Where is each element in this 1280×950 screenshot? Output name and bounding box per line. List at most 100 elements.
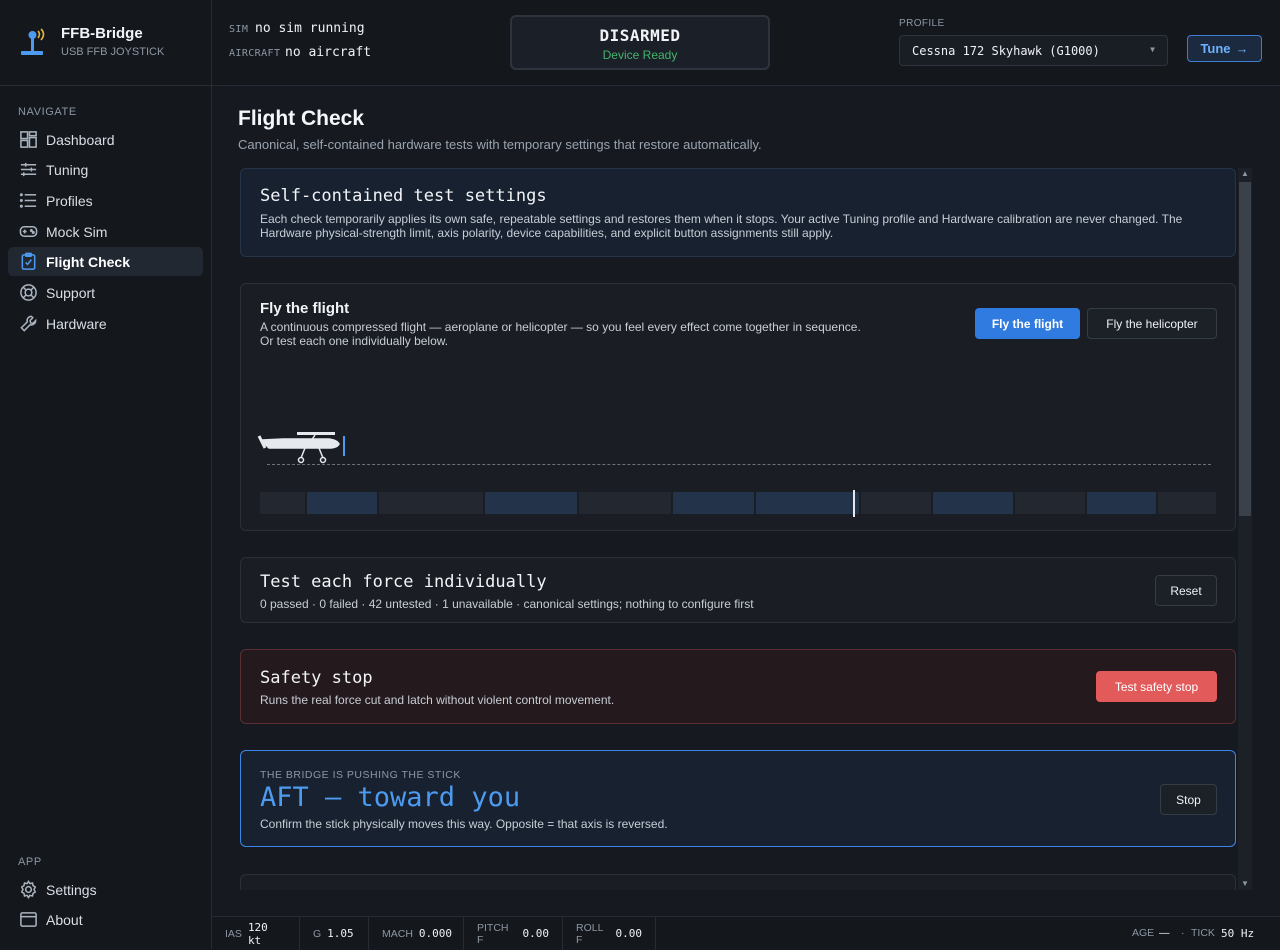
age-value: —	[1159, 927, 1170, 939]
sidebar-item-support[interactable]: Support	[8, 278, 203, 307]
brand: FFB-Bridge USB FFB JOYSTICK	[0, 0, 211, 86]
window-icon	[18, 910, 38, 930]
chevron-up-icon[interactable]: ▲	[1238, 168, 1252, 180]
sidebar: FFB-Bridge USB FFB JOYSTICK NAVIGATE Das…	[0, 0, 212, 949]
wrench-icon	[18, 314, 38, 334]
scrollbar[interactable]: ▲ ▼	[1238, 168, 1252, 890]
brand-name: FFB-Bridge	[61, 25, 143, 42]
sidebar-item-hardware[interactable]: Hardware	[8, 309, 203, 338]
sidebar-item-label: Support	[46, 284, 96, 301]
sidebar-item-mock-sim[interactable]: Mock Sim	[8, 217, 203, 246]
safety-stop-title: Safety stop	[260, 668, 373, 688]
timeline-segment	[579, 492, 672, 514]
flight-timeline[interactable]	[260, 492, 1216, 514]
telemetry-g: G 1.05	[300, 917, 369, 950]
chevron-down-icon[interactable]: ▼	[1238, 878, 1252, 890]
timeline-segment	[1158, 492, 1216, 514]
profile-key: PROFILE	[899, 18, 945, 29]
tick-value: 50 Hz	[1221, 927, 1255, 940]
timeline-segment	[755, 492, 859, 514]
aircraft-key: AIRCRAFT	[229, 48, 281, 59]
next-card	[240, 874, 1236, 890]
sidebar-item-label: Mock Sim	[46, 223, 108, 240]
scrollbar-thumb[interactable]	[1239, 182, 1251, 516]
push-text: Confirm the stick physically moves this …	[260, 817, 668, 831]
safety-stop-card: Safety stop Runs the real force cut and …	[240, 649, 1236, 724]
main-content: Flight Check Canonical, self-contained h…	[212, 87, 1280, 916]
runway-line	[267, 464, 1211, 465]
nav-section-label: NAVIGATE	[18, 106, 77, 118]
sidebar-item-settings[interactable]: Settings	[8, 875, 203, 904]
metric-key: MACH	[382, 927, 413, 940]
sidebar-item-profiles[interactable]: Profiles	[8, 186, 203, 215]
metric-key: G	[313, 927, 322, 940]
fly-the-helicopter-button[interactable]: Fly the helicopter	[1087, 308, 1217, 339]
metric-value: 1.05	[327, 927, 354, 940]
sidebar-item-flight-check[interactable]: Flight Check	[8, 247, 203, 276]
metric-value: 0.00	[615, 927, 643, 940]
telemetry-pitch-force: PITCH F 0.00	[464, 917, 563, 950]
app-section-label: APP	[18, 856, 42, 868]
metric-key: PITCH F	[477, 921, 509, 946]
timeline-segment	[306, 492, 377, 514]
airplane-icon	[257, 432, 345, 464]
page-subtitle: Canonical, self-contained hardware tests…	[238, 137, 762, 152]
fly-flight-title: Fly the flight	[260, 300, 350, 317]
metric-key: IAS	[225, 927, 242, 940]
sidebar-item-dashboard[interactable]: Dashboard	[8, 125, 203, 154]
chevron-down-icon: ▼	[1150, 45, 1155, 54]
safety-stop-text: Runs the real force cut and latch withou…	[260, 693, 615, 707]
reset-button[interactable]: Reset	[1155, 575, 1217, 606]
tune-button-label: Tune	[1200, 41, 1231, 56]
settings-card-text-2: Hardware physical-strength limit, axis p…	[260, 226, 834, 240]
checks-scroll-area[interactable]: Self-contained test settings Each check …	[240, 168, 1236, 890]
dashboard-icon	[18, 130, 38, 150]
profile-select[interactable]: Cessna 172 Skyhawk (G1000) ▼	[899, 35, 1168, 66]
aircraft-value: no aircraft	[285, 45, 372, 60]
arm-status: DISARMED Device Ready	[510, 15, 770, 70]
timeline-segment	[932, 492, 1014, 514]
push-direction: AFT — toward you	[260, 782, 521, 813]
timeline-segment	[484, 492, 578, 514]
timeline-segment	[860, 492, 931, 514]
stop-button[interactable]: Stop	[1160, 784, 1217, 815]
timeline-segment	[1015, 492, 1086, 514]
gear-icon	[18, 880, 38, 900]
timeline-segment	[378, 492, 483, 514]
fly-the-flight-button[interactable]: Fly the flight	[975, 308, 1080, 339]
timeline-playhead[interactable]	[852, 490, 855, 517]
settings-card: Self-contained test settings Each check …	[240, 168, 1236, 257]
timeline-segment	[1087, 492, 1157, 514]
page-title: Flight Check	[238, 107, 365, 130]
sliders-icon	[18, 160, 38, 180]
device-status-label: Device Ready	[602, 48, 678, 62]
separator-dot: ·	[1181, 927, 1185, 939]
push-eyebrow: THE BRIDGE IS PUSHING THE STICK	[260, 769, 461, 781]
individual-tests-summary: 0 passed · 0 failed · 42 untested · 1 un…	[260, 597, 754, 611]
sim-key: SIM	[229, 24, 249, 35]
sim-value: no sim running	[255, 21, 365, 36]
tune-button[interactable]: Tune →	[1187, 35, 1262, 62]
fly-flight-card: Fly the flight A continuous compressed f…	[240, 283, 1236, 531]
metric-value: 0.000	[418, 927, 453, 940]
list-icon	[18, 191, 38, 211]
sidebar-item-about[interactable]: About	[8, 905, 203, 934]
metric-key: ROLL F	[576, 921, 604, 946]
arm-status-label: DISARMED	[599, 26, 681, 45]
telemetry-bar: IAS 120 kt G 1.05 MACH 0.000 PITCH F 0.0…	[212, 916, 1280, 950]
individual-tests-title: Test each force individually	[260, 572, 547, 592]
sidebar-item-label: Settings	[46, 881, 97, 898]
sidebar-item-label: Dashboard	[46, 131, 115, 148]
telemetry-mach: MACH 0.000	[369, 917, 464, 950]
test-safety-stop-button[interactable]: Test safety stop	[1096, 671, 1217, 702]
topbar: SIM no sim running AIRCRAFT no aircraft …	[212, 0, 1280, 86]
settings-card-title: Self-contained test settings	[260, 186, 547, 206]
age-key: AGE	[1132, 927, 1155, 939]
sidebar-item-label: Tuning	[46, 161, 89, 178]
fly-flight-text-1: A continuous compressed flight — aeropla…	[260, 320, 861, 334]
push-direction-card: THE BRIDGE IS PUSHING THE STICK AFT — to…	[240, 750, 1236, 847]
joystick-logo-icon	[21, 28, 45, 55]
gamepad-icon	[18, 222, 38, 242]
timeline-segment	[260, 492, 305, 514]
sidebar-item-tuning[interactable]: Tuning	[8, 155, 203, 184]
